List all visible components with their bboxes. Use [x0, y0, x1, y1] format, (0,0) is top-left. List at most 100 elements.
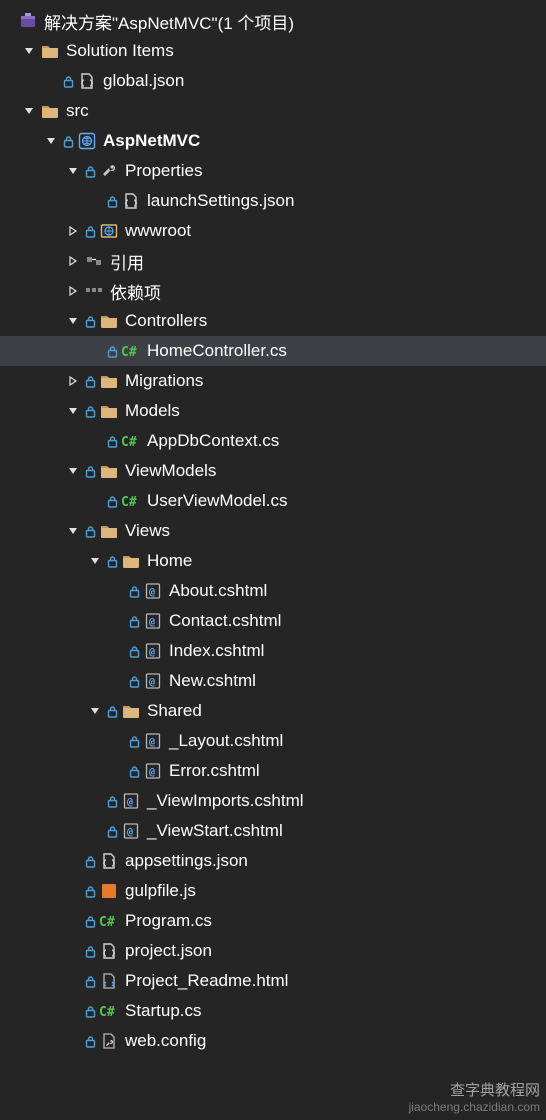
tree-item[interactable]: @ About.cshtml	[0, 576, 546, 606]
cshtml-icon: @	[143, 611, 163, 631]
chevron-down-icon[interactable]	[66, 464, 80, 478]
lock-icon	[84, 974, 96, 988]
tree-item[interactable]: global.json	[0, 66, 546, 96]
tree-item[interactable]: web.config	[0, 1026, 546, 1056]
svg-text:C#: C#	[99, 1005, 115, 1019]
tree-item[interactable]: C# Startup.cs	[0, 996, 546, 1026]
tree-item[interactable]: wwwroot	[0, 216, 546, 246]
svg-text:@: @	[149, 677, 155, 688]
lock-icon	[106, 434, 118, 448]
svg-text:@: @	[149, 647, 155, 658]
tree-item[interactable]: Home	[0, 546, 546, 576]
tree-item[interactable]: Migrations	[0, 366, 546, 396]
chevron-down-icon[interactable]	[66, 404, 80, 418]
tree-item[interactable]: @ _ViewImports.cshtml	[0, 786, 546, 816]
json-icon	[99, 941, 119, 961]
lock-icon	[128, 764, 140, 778]
lock-icon	[106, 494, 118, 508]
tree-item[interactable]: src	[0, 96, 546, 126]
arrow-spacer	[66, 884, 80, 898]
arrow-spacer	[66, 944, 80, 958]
tree-item[interactable]: AspNetMVC	[0, 126, 546, 156]
arrow-spacer	[110, 734, 124, 748]
tree-item[interactable]: C# AppDbContext.cs	[0, 426, 546, 456]
lock-icon	[106, 344, 118, 358]
arrow-spacer	[66, 974, 80, 988]
lock-icon	[128, 674, 140, 688]
svg-text:@: @	[149, 737, 155, 748]
chevron-down-icon[interactable]	[88, 554, 102, 568]
wwwroot-icon	[99, 221, 119, 241]
chevron-down-icon[interactable]	[66, 524, 80, 538]
tree-item[interactable]: Controllers	[0, 306, 546, 336]
tree-item-label: 解决方案"AspNetMVC"(1 个项目)	[44, 9, 294, 34]
tree-item-label: Home	[147, 551, 192, 571]
chevron-right-icon[interactable]	[66, 254, 80, 268]
tree-item-label: Startup.cs	[125, 1001, 202, 1021]
solution-explorer-tree[interactable]: 解决方案"AspNetMVC"(1 个项目) Solution Items gl…	[0, 0, 546, 1056]
lock-icon	[128, 734, 140, 748]
arrow-spacer	[66, 1034, 80, 1048]
chevron-down-icon[interactable]	[22, 44, 36, 58]
lock-icon	[128, 614, 140, 628]
lock-icon	[106, 194, 118, 208]
tree-item[interactable]: Properties	[0, 156, 546, 186]
tree-item[interactable]: appsettings.json	[0, 846, 546, 876]
tree-item[interactable]: gulpfile.js	[0, 876, 546, 906]
svg-text:C#: C#	[121, 345, 137, 359]
tree-item[interactable]: Shared	[0, 696, 546, 726]
lock-icon	[84, 884, 96, 898]
tree-item[interactable]: Models	[0, 396, 546, 426]
solution-icon	[18, 11, 38, 31]
watermark: 查字典教程网 jiaocheng.chazidian.com	[409, 1079, 540, 1114]
lock-icon	[84, 464, 96, 478]
svg-text:C#: C#	[121, 435, 137, 449]
chevron-right-icon[interactable]	[66, 374, 80, 388]
chevron-down-icon[interactable]	[88, 704, 102, 718]
refs-icon	[84, 251, 104, 271]
json-icon	[99, 851, 119, 871]
tree-item[interactable]: Views	[0, 516, 546, 546]
tree-item[interactable]: C# HomeController.cs	[0, 336, 546, 366]
tree-item[interactable]: @ New.cshtml	[0, 666, 546, 696]
tree-item-label: Program.cs	[125, 911, 212, 931]
arrow-spacer	[88, 794, 102, 808]
tree-item[interactable]: @ _ViewStart.cshtml	[0, 816, 546, 846]
arrow-spacer	[110, 674, 124, 688]
tree-item[interactable]: Solution Items	[0, 36, 546, 66]
arrow-spacer	[110, 644, 124, 658]
tree-item-label: Properties	[125, 161, 202, 181]
svg-text:@: @	[149, 587, 155, 598]
lock-icon	[84, 524, 96, 538]
chevron-down-icon[interactable]	[66, 164, 80, 178]
chevron-down-icon[interactable]	[44, 134, 58, 148]
arrow-spacer	[88, 344, 102, 358]
tree-item[interactable]: 引用	[0, 246, 546, 276]
tree-item-label: AppDbContext.cs	[147, 431, 279, 451]
folder-icon	[121, 551, 141, 571]
tree-item[interactable]: 解决方案"AspNetMVC"(1 个项目)	[0, 6, 546, 36]
chevron-right-icon[interactable]	[66, 224, 80, 238]
tree-item[interactable]: project.json	[0, 936, 546, 966]
tree-item-label: Shared	[147, 701, 202, 721]
tree-item[interactable]: @ Error.cshtml	[0, 756, 546, 786]
lock-icon	[106, 824, 118, 838]
tree-item[interactable]: 依赖项	[0, 276, 546, 306]
lock-icon	[84, 914, 96, 928]
chevron-right-icon[interactable]	[66, 284, 80, 298]
tree-item[interactable]: C# Program.cs	[0, 906, 546, 936]
tree-item[interactable]: @ _Layout.cshtml	[0, 726, 546, 756]
tree-item-label: Migrations	[125, 371, 203, 391]
tree-item[interactable]: ViewModels	[0, 456, 546, 486]
arrow-spacer	[0, 14, 14, 28]
svg-text:@: @	[149, 767, 155, 778]
tree-item[interactable]: Project_Readme.html	[0, 966, 546, 996]
chevron-down-icon[interactable]	[22, 104, 36, 118]
deps-icon	[84, 281, 104, 301]
tree-item[interactable]: @ Contact.cshtml	[0, 606, 546, 636]
tree-item[interactable]: launchSettings.json	[0, 186, 546, 216]
chevron-down-icon[interactable]	[66, 314, 80, 328]
tree-item[interactable]: @ Index.cshtml	[0, 636, 546, 666]
tree-item[interactable]: C# UserViewModel.cs	[0, 486, 546, 516]
csharp-icon: C#	[99, 1001, 119, 1021]
